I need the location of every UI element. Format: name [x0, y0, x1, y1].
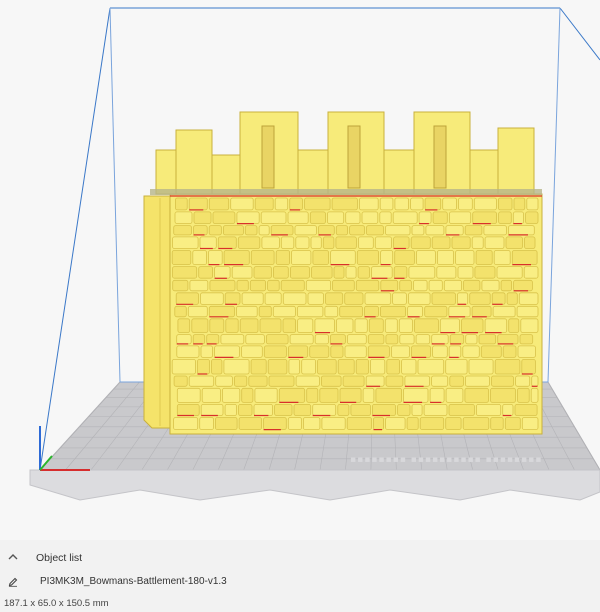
model-crenellations: [155, 111, 535, 195]
object-list-panel: Object list PI3MK3M_Bowmans-Battlement-1…: [0, 540, 600, 612]
model-battlement[interactable]: [143, 111, 543, 435]
chevron-up-icon: [8, 552, 22, 564]
build-plate-front-edge: [29, 469, 600, 501]
model-side-face: [143, 195, 171, 429]
model-walkway: [150, 189, 542, 195]
3d-viewport[interactable]: ▪▪▪▪▪▪▪▪ ▪▪▪▪▪▪▪▪▪▪ ▪▪▪▪▪▪▪▪: [0, 0, 600, 540]
object-file-name: PI3MK3M_Bowmans-Battlement-180-v1.3: [40, 576, 227, 587]
model-stone-texture: [170, 195, 542, 431]
pencil-icon[interactable]: [8, 577, 22, 587]
object-list-label: Object list: [36, 552, 83, 564]
object-list-item[interactable]: PI3MK3M_Bowmans-Battlement-180-v1.3: [8, 576, 227, 587]
build-plate-logo: ▪▪▪▪▪▪▪▪ ▪▪▪▪▪▪▪▪▪▪ ▪▪▪▪▪▪▪▪: [350, 455, 542, 465]
object-list-toggle[interactable]: Object list: [8, 552, 82, 564]
scene-canvas[interactable]: ▪▪▪▪▪▪▪▪ ▪▪▪▪▪▪▪▪▪▪ ▪▪▪▪▪▪▪▪: [0, 0, 600, 540]
object-dimensions: 187.1 x 65.0 x 150.5 mm: [4, 598, 109, 609]
